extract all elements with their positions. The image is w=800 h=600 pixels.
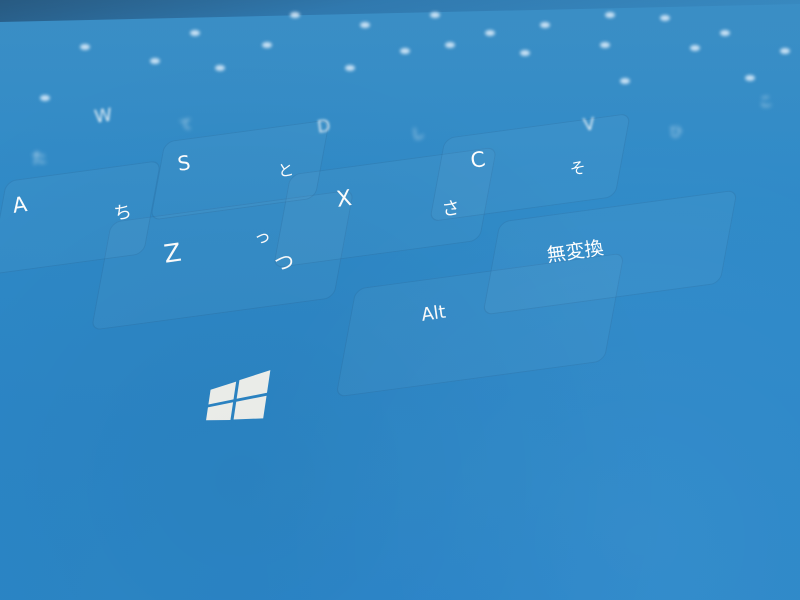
- blurred-key-legend: [690, 45, 700, 51]
- key-kana-hi: ひ: [668, 124, 684, 141]
- key-legend-v: V: [582, 114, 597, 136]
- blurred-key-legend: [430, 12, 440, 18]
- key-kana-sa: さ: [440, 197, 462, 221]
- blurred-key-legend: [360, 22, 370, 28]
- blurred-key-legend: [215, 65, 225, 71]
- blurred-key-legend: [40, 95, 50, 101]
- key-kana-ko: こ: [758, 94, 774, 111]
- blurred-key-legend: [605, 12, 615, 18]
- blurred-key-legend: [80, 44, 90, 50]
- blurred-key-legend: [540, 22, 550, 28]
- blurred-key-legend: [190, 30, 200, 36]
- blurred-key-legend: [345, 65, 355, 71]
- key-kana-tsu: つ: [272, 249, 296, 276]
- blurred-key-legend: [660, 15, 670, 21]
- windows-logo-icon: [206, 370, 271, 421]
- blurred-key-legend: [720, 30, 730, 36]
- blurred-key-legend: [600, 42, 610, 48]
- key-kana-to: と: [276, 159, 296, 181]
- blurred-key-legend: [780, 48, 790, 54]
- key-kana-shi: し: [410, 126, 426, 143]
- key-kana-chi: ち: [112, 201, 134, 225]
- key-kana-te: て: [178, 117, 194, 134]
- key-legend-w: W: [93, 104, 114, 128]
- blurred-key-legend: [290, 12, 300, 18]
- key-kana-ta: た: [30, 147, 48, 168]
- blurred-key-legend: [745, 75, 755, 81]
- blurred-key-legend: [150, 58, 160, 64]
- key-legend-d: D: [316, 116, 332, 138]
- key-kana-so: そ: [568, 157, 588, 179]
- blurred-key-legend: [620, 78, 630, 84]
- blurred-key-legend: [400, 48, 410, 54]
- blurred-key-legend: [262, 42, 272, 48]
- key-kana-tsu-small: っ: [252, 226, 273, 249]
- key-legend-alt: Alt: [420, 301, 448, 326]
- blurred-key-legend: [445, 42, 455, 48]
- blurred-key-legend: [485, 30, 495, 36]
- blurred-key-legend: [520, 50, 530, 56]
- key-legend-c: C: [469, 146, 487, 173]
